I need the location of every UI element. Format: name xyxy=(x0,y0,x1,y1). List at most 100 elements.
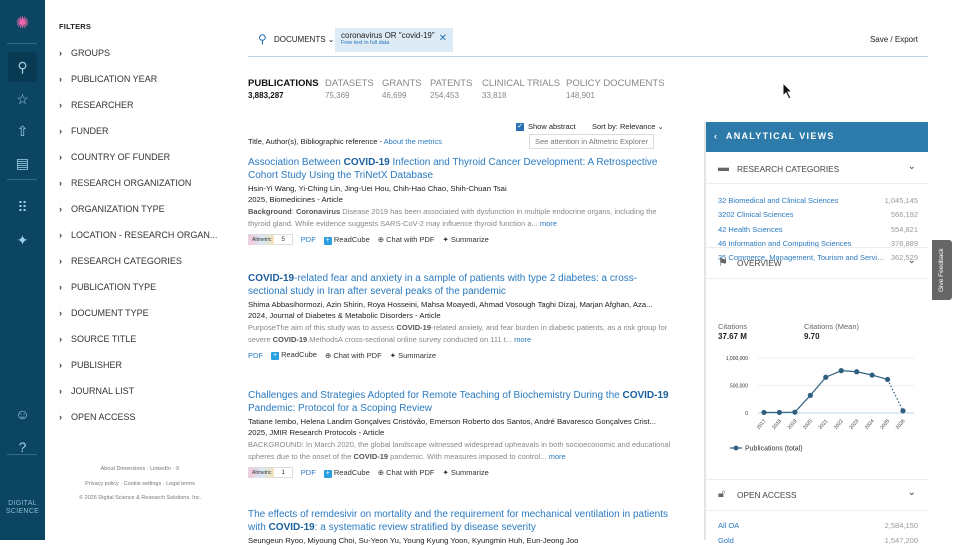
give-feedback-button[interactable]: Give Feedback xyxy=(932,240,952,300)
filter-item[interactable]: ›COUNTRY OF FUNDER xyxy=(59,152,170,162)
footer-legal-links[interactable]: Privacy policy · Cookie settings · Legal… xyxy=(55,481,225,487)
category-link[interactable]: 42 Health Sciences xyxy=(718,225,783,234)
scope-dropdown[interactable]: DOCUMENTS ⌄ xyxy=(274,35,335,44)
result-journal: 2025, Biomedicines - Article xyxy=(248,195,673,204)
tab-datasets[interactable]: DATASETS75,369 xyxy=(325,78,374,100)
open-access-section[interactable]: 🔓︎OPEN ACCESS⌄ xyxy=(706,479,928,511)
readcube-button[interactable]: + ReadCube xyxy=(324,235,370,245)
pdf-link[interactable]: PDF xyxy=(301,235,316,244)
oa-row[interactable]: All OA2,584,150 xyxy=(718,521,918,530)
filter-item[interactable]: ›GROUPS xyxy=(59,48,110,58)
y-tick-label: 500,000 xyxy=(730,384,748,390)
star-icon[interactable]: ☆ xyxy=(8,86,37,112)
panel-header[interactable]: ‹ ANALYTICAL VIEWS xyxy=(706,122,928,152)
chat-with-pdf-button[interactable]: ⊕ Chat with PDF xyxy=(325,351,382,360)
tab-publications[interactable]: PUBLICATIONS3,883,287 xyxy=(248,78,319,100)
overview-section[interactable]: ⚑OVERVIEW⌄ xyxy=(706,247,928,279)
readcube-icon: + xyxy=(271,352,279,360)
sort-dropdown[interactable]: Sort by: Relevance ⌄ xyxy=(592,122,664,131)
altmetric-badge[interactable]: Altmetric5 xyxy=(248,234,293,245)
pdf-link[interactable]: PDF xyxy=(248,351,263,360)
footer-links[interactable]: About Dimensions · LinkedIn · X xyxy=(55,466,225,472)
filter-item[interactable]: ›RESEARCH CATEGORIES xyxy=(59,256,182,266)
divider xyxy=(7,454,37,455)
tab-clinical-trials[interactable]: CLINICAL TRIALS 33,818 xyxy=(482,78,560,100)
research-categories-section[interactable]: ▬RESEARCH CATEGORIES⌄ xyxy=(706,154,928,184)
filter-item[interactable]: ›DOCUMENT TYPE xyxy=(59,308,149,318)
more-link[interactable]: more xyxy=(540,219,557,228)
tab-patents[interactable]: PATENTS254,453 xyxy=(430,78,472,100)
document-search-icon[interactable]: ▤ xyxy=(8,150,37,176)
oa-link[interactable]: Gold xyxy=(718,536,734,545)
category-link[interactable]: 32 Biomedical and Clinical Sciences xyxy=(718,196,838,205)
chevron-down-icon[interactable]: ⌄ xyxy=(908,161,916,172)
more-link[interactable]: more xyxy=(514,335,531,344)
show-abstract-checkbox[interactable]: ✓ Show abstract xyxy=(516,122,576,131)
tab-count: 33,818 xyxy=(482,91,560,100)
category-link[interactable]: 3202 Clinical Sciences xyxy=(718,210,793,219)
filter-label: RESEARCH ORGANIZATION xyxy=(71,178,191,188)
result-authors: Shima Abbasihormozi, Azin Shirin, Roya H… xyxy=(248,300,673,309)
summarize-button[interactable]: ✦ Summarize xyxy=(442,468,488,477)
chat-icon: ⊕ xyxy=(378,468,386,477)
filter-item[interactable]: ›PUBLICATION TYPE xyxy=(59,282,156,292)
filter-item[interactable]: ›FUNDER xyxy=(59,126,109,136)
filter-item[interactable]: ›OPEN ACCESS xyxy=(59,412,136,422)
tab-grants[interactable]: GRANTS46,699 xyxy=(382,78,422,100)
altmetric-explorer-button[interactable]: See attention in Altmetric Explorer xyxy=(529,134,654,149)
result-title-link[interactable]: The effects of remdesivir on mortality a… xyxy=(248,509,673,534)
oa-row[interactable]: Gold1,547,200 xyxy=(718,536,918,545)
filter-label: FUNDER xyxy=(71,126,109,136)
filter-item[interactable]: ›PUBLICATION YEAR xyxy=(59,74,157,84)
search-icon[interactable]: ⚲ xyxy=(258,32,267,46)
result-title-link[interactable]: Association Between COVID-19 Infection a… xyxy=(248,157,673,182)
pdf-link[interactable]: PDF xyxy=(301,468,316,477)
chat-with-pdf-button[interactable]: ⊕ Chat with PDF xyxy=(378,235,435,244)
chat-with-pdf-button[interactable]: ⊕ Chat with PDF xyxy=(378,468,435,477)
text-segment: Challenges and Strategies Adopted for Re… xyxy=(248,390,622,401)
sparkle-icon: ✦ xyxy=(442,235,450,244)
summarize-button[interactable]: ✦ Summarize xyxy=(390,351,436,360)
query-chip[interactable]: coronavirus OR "covid-19" Free text in f… xyxy=(335,28,453,52)
tab-policy-documents[interactable]: POLICY DOCUMENTS148,901 xyxy=(566,78,665,100)
category-row[interactable]: 42 Health Sciences554,821 xyxy=(718,225,918,234)
oa-link[interactable]: All OA xyxy=(718,521,739,530)
data-point xyxy=(777,410,782,415)
filter-label: DOCUMENT TYPE xyxy=(71,308,149,318)
readcube-button[interactable]: + ReadCube xyxy=(271,350,317,360)
upload-icon[interactable]: ⇧ xyxy=(8,118,37,144)
tab-label: CLINICAL TRIALS xyxy=(482,78,560,89)
tab-count: 75,369 xyxy=(325,91,374,100)
series-line-segment xyxy=(888,379,903,410)
filter-item[interactable]: ›ORGANIZATION TYPE xyxy=(59,204,165,214)
filter-item[interactable]: ›JOURNAL LIST xyxy=(59,386,134,396)
save-export-button[interactable]: Save / Export xyxy=(870,35,918,44)
category-row[interactable]: 3202 Clinical Sciences566,192 xyxy=(718,210,918,219)
filter-item[interactable]: ›LOCATION - RESEARCH ORGAN... xyxy=(59,230,217,240)
filter-item[interactable]: ›RESEARCH ORGANIZATION xyxy=(59,178,191,188)
summarize-button[interactable]: ✦ Summarize xyxy=(442,235,488,244)
close-icon[interactable]: ✕ xyxy=(439,33,447,44)
help-icon[interactable]: ? xyxy=(8,434,37,460)
data-point xyxy=(885,377,890,382)
readcube-button[interactable]: + ReadCube xyxy=(324,468,370,478)
divider xyxy=(7,179,37,180)
logo-icon[interactable]: ✺ xyxy=(8,10,37,36)
readcube-icon: + xyxy=(324,237,332,245)
about-metrics-link[interactable]: About the metrics xyxy=(384,137,442,146)
user-icon[interactable]: ☺ xyxy=(8,401,37,427)
filter-item[interactable]: ›PUBLISHER xyxy=(59,360,122,370)
chevron-down-icon[interactable]: ⌄ xyxy=(908,487,916,498)
apps-grid-icon[interactable]: ⠿ xyxy=(8,194,37,220)
filter-item[interactable]: ›RESEARCHER xyxy=(59,100,134,110)
text-segment: COVID-19 xyxy=(269,522,315,533)
result-title-link[interactable]: Challenges and Strategies Adopted for Re… xyxy=(248,390,673,415)
filter-item[interactable]: ›SOURCE TITLE xyxy=(59,334,136,344)
category-row[interactable]: 32 Biomedical and Clinical Sciences1,045… xyxy=(718,196,918,205)
search-icon[interactable]: ⚲ xyxy=(8,52,37,82)
chevron-down-icon[interactable]: ⌄ xyxy=(908,255,916,266)
sparkle-icon[interactable]: ✦ xyxy=(8,227,37,253)
result-title-link[interactable]: COVID-19-related fear and anxiety in a s… xyxy=(248,273,673,298)
altmetric-badge[interactable]: Altmetric1 xyxy=(248,467,293,478)
more-link[interactable]: more xyxy=(549,452,566,461)
